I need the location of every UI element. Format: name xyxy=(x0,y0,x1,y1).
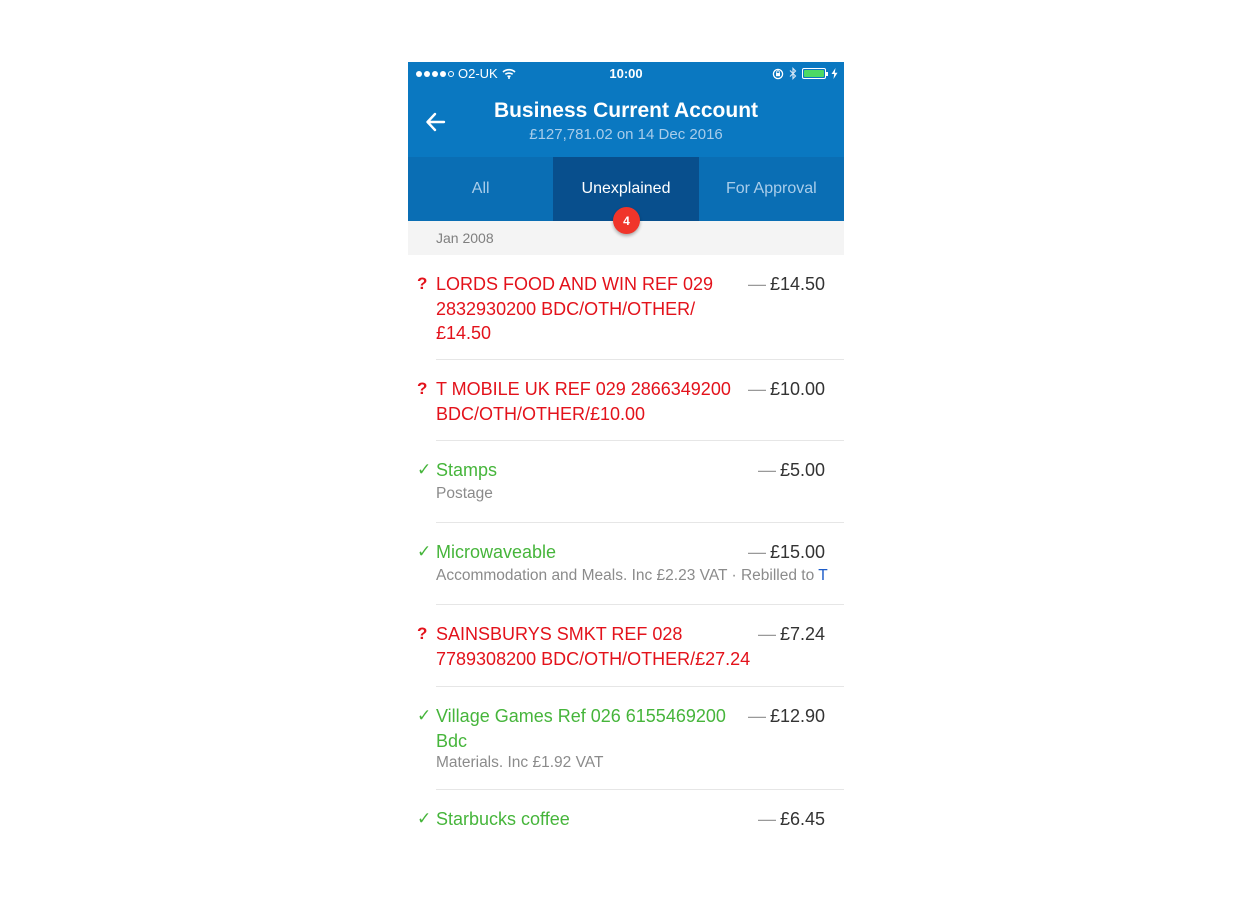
bluetooth-icon xyxy=(789,67,797,80)
amount-value: £14.50 xyxy=(769,274,825,294)
rebill-link[interactable]: T xyxy=(818,567,827,584)
transaction-amount: — £15.00 xyxy=(748,540,825,565)
transaction-amount: — £5.00 xyxy=(758,458,825,483)
transaction-amount: — £6.45 xyxy=(758,807,825,832)
transaction-description: SAINSBURYS SMKT REF 028 7789308200 BDC/O… xyxy=(436,624,751,669)
category-text: Accommodation and Meals. Inc £2.23 VAT ·… xyxy=(436,567,819,584)
unexplained-icon: ? xyxy=(417,274,428,293)
transaction-row[interactable]: ✓ Starbucks coffee — £6.45 xyxy=(408,807,844,842)
check-icon: ✓ xyxy=(417,706,432,725)
divider xyxy=(436,359,844,360)
transaction-row[interactable]: ✓ Microwaveable Accommodation and Meals.… xyxy=(408,540,844,604)
amount-value: £12.90 xyxy=(769,706,825,726)
transaction-row[interactable]: ✓ Stamps Postage — £5.00 xyxy=(408,458,844,522)
minus-sign: — xyxy=(757,809,776,829)
transaction-amount: — £7.24 xyxy=(758,622,825,647)
transaction-row[interactable]: ? SAINSBURYS SMKT REF 028 7789308200 BDC… xyxy=(408,622,844,686)
battery-icon xyxy=(802,68,828,79)
transaction-row[interactable]: ? LORDS FOOD AND WIN REF 029 2832930200 … xyxy=(408,272,844,360)
status-bar-right xyxy=(772,67,838,80)
transaction-amount: — £10.00 xyxy=(748,377,825,402)
unexplained-icon: ? xyxy=(417,624,428,643)
tab-for-approval[interactable]: For Approval xyxy=(699,157,844,221)
account-header: Business Current Account £127,781.02 on … xyxy=(408,86,844,157)
transaction-description: LORDS FOOD AND WIN REF 029 2832930200 BD… xyxy=(436,274,714,343)
check-icon: ✓ xyxy=(417,542,432,561)
tab-all[interactable]: All xyxy=(408,157,553,221)
transaction-row[interactable]: ? T MOBILE UK REF 029 2866349200 BDC/OTH… xyxy=(408,377,844,441)
unexplained-icon: ? xyxy=(417,379,428,398)
charging-bolt-icon xyxy=(831,68,838,79)
minus-sign: — xyxy=(747,706,766,726)
transaction-category: Materials. Inc £1.92 VAT xyxy=(436,754,604,771)
amount-value: £15.00 xyxy=(769,542,825,562)
divider xyxy=(436,604,844,605)
amount-value: £7.24 xyxy=(779,624,825,644)
divider xyxy=(436,789,844,790)
transaction-description: Microwaveable xyxy=(436,542,557,562)
unexplained-count-badge: 4 xyxy=(613,207,640,234)
transaction-category: Accommodation and Meals. Inc £2.23 VAT ·… xyxy=(436,567,828,585)
minus-sign: — xyxy=(747,542,766,562)
rotation-lock-icon xyxy=(772,68,784,79)
account-balance: £127,781.02 on 14 Dec 2016 xyxy=(529,126,723,143)
transaction-category: Postage xyxy=(436,485,493,502)
divider xyxy=(436,686,844,687)
minus-sign: — xyxy=(757,624,776,644)
check-icon: ✓ xyxy=(417,809,432,828)
transaction-description: Starbucks coffee xyxy=(436,809,570,829)
page-title: Business Current Account xyxy=(493,99,759,122)
minus-sign: — xyxy=(747,379,766,399)
amount-value: £6.45 xyxy=(779,809,825,829)
phone-screen: O2-UK 10:00 Business Current Account £12… xyxy=(408,62,844,842)
transaction-row[interactable]: ✓ Village Games Ref 026 6155469200 Bdc M… xyxy=(408,704,844,788)
amount-value: £10.00 xyxy=(769,379,825,399)
amount-value: £5.00 xyxy=(779,460,825,480)
divider xyxy=(436,440,844,441)
minus-sign: — xyxy=(747,274,766,294)
transaction-amount: — £14.50 xyxy=(748,272,825,297)
transaction-description: T MOBILE UK REF 029 2866349200 BDC/OTH/O… xyxy=(436,379,731,424)
check-icon: ✓ xyxy=(417,460,432,479)
transaction-description: Village Games Ref 026 6155469200 Bdc xyxy=(436,706,726,751)
transaction-description: Stamps xyxy=(436,460,498,480)
status-bar: O2-UK 10:00 xyxy=(408,62,844,86)
minus-sign: — xyxy=(757,460,776,480)
transaction-amount: — £12.90 xyxy=(748,704,825,729)
section-date: Jan 2008 xyxy=(436,230,494,246)
divider xyxy=(436,522,844,523)
